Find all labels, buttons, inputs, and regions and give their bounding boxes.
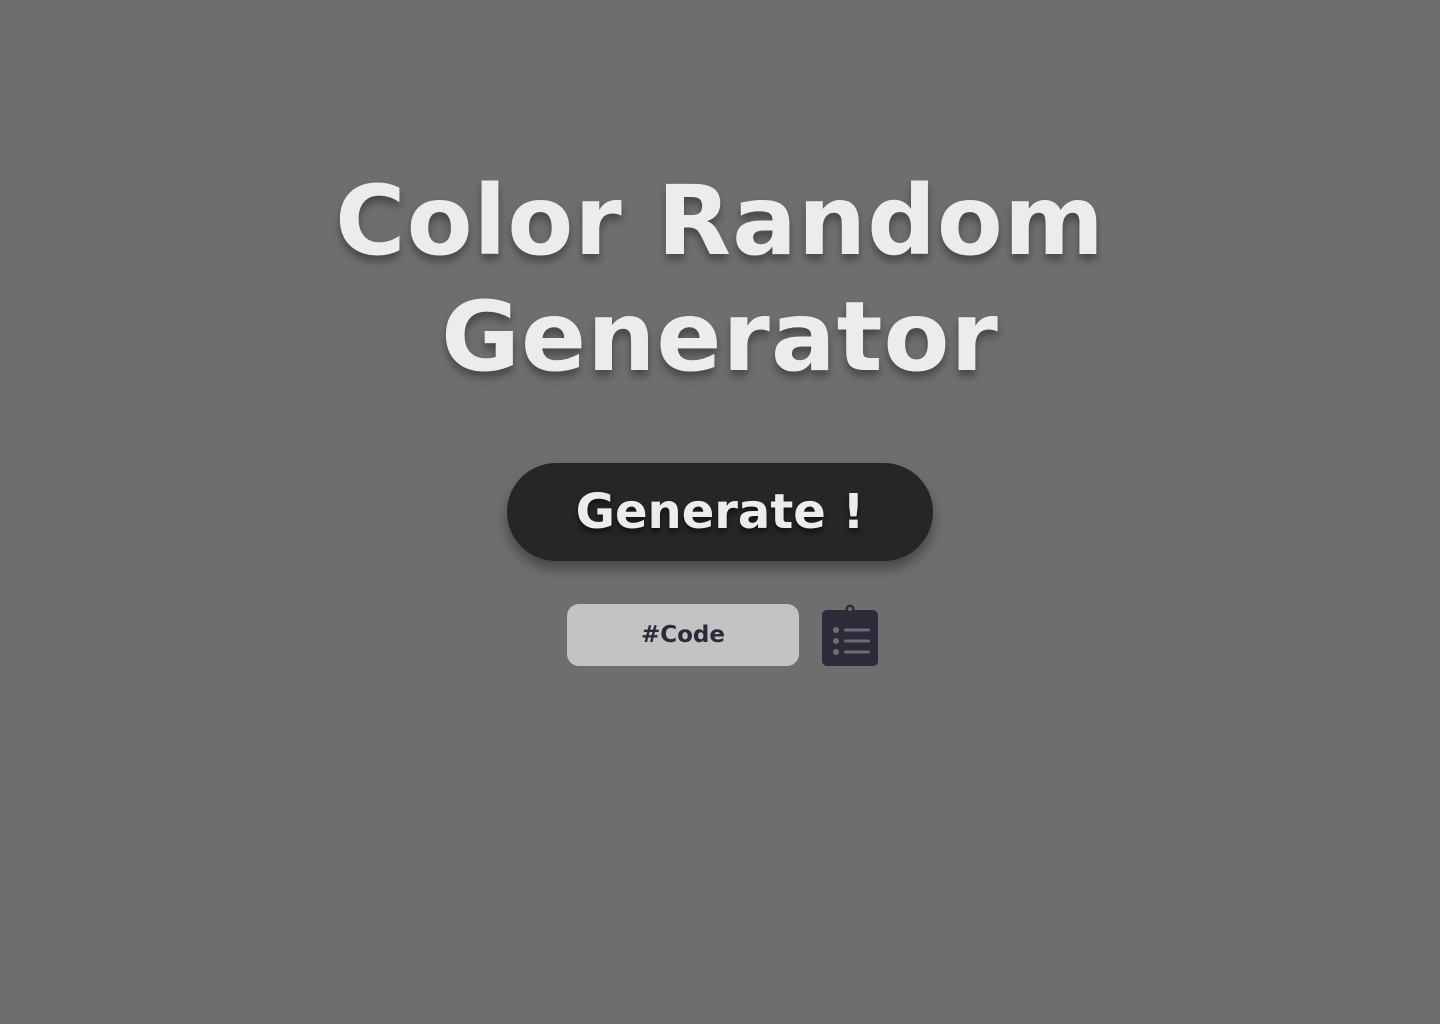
copy-code-button[interactable] [818,603,882,669]
generate-button[interactable]: Generate ! [507,463,933,561]
title-line-1: Color Random [335,165,1105,277]
color-code-field[interactable] [567,604,799,666]
page-title: Color Random Generator [0,163,1440,395]
title-line-2: Generator [441,281,999,393]
clipboard-list-icon [822,604,878,666]
